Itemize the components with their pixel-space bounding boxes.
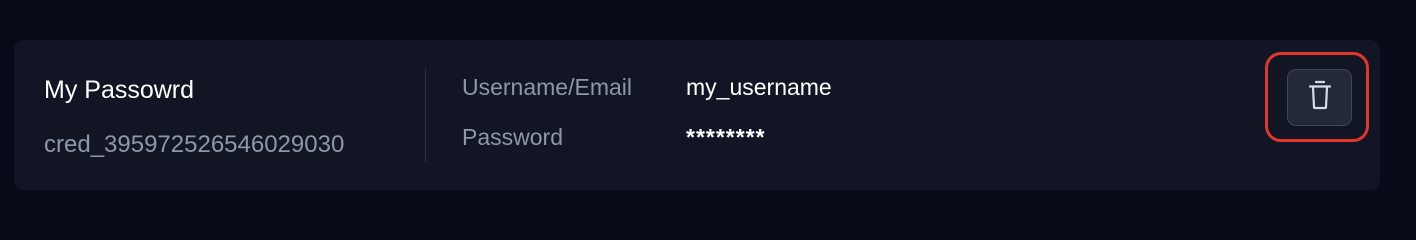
username-label: Username/Email xyxy=(462,74,632,100)
password-label: Password xyxy=(462,124,563,150)
password-value: ******** xyxy=(686,124,766,150)
credential-name: My Passowrd xyxy=(44,76,195,104)
trash-icon xyxy=(1307,80,1333,115)
credential-card: My Passowrd cred_395972526546029030 User… xyxy=(14,40,1380,190)
column-divider xyxy=(425,68,426,162)
delete-credential-button[interactable] xyxy=(1287,69,1352,126)
username-value: my_username xyxy=(686,74,832,100)
credential-id: cred_395972526546029030 xyxy=(44,131,345,158)
